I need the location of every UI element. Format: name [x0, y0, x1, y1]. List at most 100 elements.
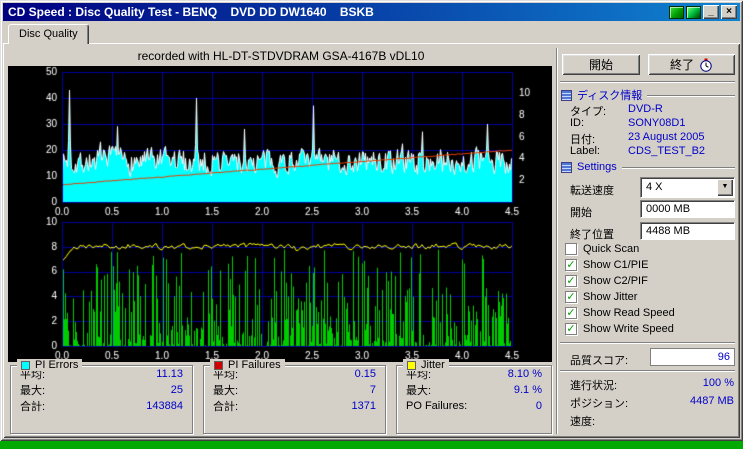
pi-failures-legend-icon: [214, 360, 223, 370]
minimize-button[interactable]: _: [703, 5, 719, 19]
app-window: CD Speed : Disc Quality Test - BENQ DVD …: [0, 0, 743, 441]
stat-value: 9.1 %: [513, 384, 542, 396]
checkbox-show-read-speed[interactable]: ✓ Show Read Speed: [565, 307, 675, 319]
start-button[interactable]: 開始: [562, 54, 640, 75]
recorded-with-label: recorded with HL-DT-STDVDRAM GSA-4167B v…: [137, 49, 425, 63]
checkbox-box[interactable]: ✓: [565, 307, 577, 319]
stat-label: 最大:: [406, 385, 432, 397]
checkbox-show-c2-pif[interactable]: ✓ Show C2/PIF: [565, 275, 648, 287]
jitter-panel-title: Jitter: [403, 359, 449, 371]
titlebar-icon-2[interactable]: [686, 5, 701, 19]
stat-row: 最大: 7: [204, 382, 385, 398]
quality-score-value: 96: [650, 348, 735, 366]
checkbox-box[interactable]: ✓: [565, 275, 577, 287]
pi-errors-title-label: PI Errors: [35, 359, 79, 371]
pi-failures-panel: PI Failures 平均: 0.15 最大: 7 合計: 1371: [203, 359, 386, 434]
disc-id-label: ID:: [570, 117, 585, 129]
settings-section-header: Settings: [561, 161, 735, 173]
end-position-input[interactable]: 4488 MB: [640, 222, 735, 240]
checkbox-label: Quick Scan: [583, 243, 640, 255]
disc-label-row: Label: CDS_TEST_B2: [560, 145, 735, 157]
separator: [560, 370, 735, 372]
exit-button[interactable]: 終了: [648, 54, 735, 75]
stat-value: 0.15: [354, 368, 376, 380]
stat-value: 7: [369, 384, 376, 396]
stat-value: 0: [535, 400, 542, 412]
disc-id-row: ID: SONY08D1: [560, 117, 735, 129]
jitter-title-label: Jitter: [421, 359, 445, 371]
window-title: CD Speed : Disc Quality Test - BENQ DVD …: [8, 5, 374, 19]
pi-errors-legend-icon: [21, 360, 30, 370]
dropdown-arrow-icon[interactable]: ▼: [717, 179, 733, 196]
quality-score-label: 品質スコア:: [570, 355, 629, 367]
jitter-panel: Jitter 平均: 8.10 % 最大: 9.1 % PO Failures:…: [396, 359, 552, 434]
transfer-speed-label: 転送速度: [570, 185, 614, 197]
position-value: 4487 MB: [689, 395, 734, 407]
progress-value: 100 %: [702, 377, 734, 389]
separator: [560, 81, 735, 83]
divider: [647, 94, 735, 97]
settings-collapse-icon[interactable]: [561, 161, 572, 173]
disc-info-section-header: ディスク情報: [561, 87, 735, 103]
checkbox-label: Show Read Speed: [583, 307, 675, 319]
panel-divider: [556, 48, 558, 434]
stat-value: 25: [170, 384, 183, 396]
quality-graphs-canvas: [8, 66, 552, 362]
checkbox-label: Show Write Speed: [583, 323, 674, 335]
disc-label-label: Label:: [570, 145, 600, 157]
stat-row: 合計: 1371: [204, 398, 385, 414]
pi-failures-title-label: PI Failures: [228, 359, 281, 371]
position-label: ポジション:: [570, 398, 629, 410]
transfer-speed-select[interactable]: 4 X ▼: [640, 177, 735, 198]
stat-label: 最大:: [20, 385, 46, 397]
disc-label-value: CDS_TEST_B2: [628, 145, 706, 157]
stat-value: 11.13: [156, 368, 183, 380]
titlebar-icon-1[interactable]: [669, 5, 684, 19]
titlebar: CD Speed : Disc Quality Test - BENQ DVD …: [3, 3, 740, 21]
divider: [621, 166, 735, 169]
exit-button-label: 終了: [669, 58, 694, 72]
stat-value: 1371: [351, 400, 376, 412]
checkbox-box[interactable]: ✓: [565, 291, 577, 303]
speed-value: [734, 413, 735, 429]
checkbox-show-write-speed[interactable]: ✓ Show Write Speed: [565, 323, 674, 335]
stat-value: 143884: [146, 400, 183, 412]
pi-errors-panel-title: PI Errors: [17, 359, 83, 371]
progress-row: 進行状況: 100 %: [560, 377, 735, 393]
tab-disc-quality[interactable]: Disc Quality: [8, 24, 89, 44]
stat-label: 最大:: [213, 385, 239, 397]
transfer-speed-value: 4 X: [646, 181, 663, 193]
checkbox-label: Show Jitter: [583, 291, 638, 303]
pi-failures-panel-title: PI Failures: [210, 359, 285, 371]
stat-label: PO Failures:: [406, 400, 468, 412]
stat-row: 最大: 25: [11, 382, 192, 398]
checkbox-label: Show C1/PIE: [583, 259, 649, 271]
close-button[interactable]: ×: [721, 5, 737, 19]
checkbox-box[interactable]: [565, 243, 577, 255]
checkbox-quick-scan[interactable]: Quick Scan: [565, 243, 639, 255]
disc-info-collapse-icon[interactable]: [561, 89, 572, 101]
disc-info-header-label: ディスク情報: [577, 90, 643, 102]
speed-row: 速度:: [560, 413, 735, 429]
start-button-label: 開始: [588, 58, 613, 72]
stat-row: PO Failures: 0: [397, 398, 551, 414]
checkbox-box[interactable]: ✓: [565, 323, 577, 335]
checkbox-box[interactable]: ✓: [565, 259, 577, 271]
stat-label: 合計:: [20, 401, 46, 413]
checkbox-show-jitter[interactable]: ✓ Show Jitter: [565, 291, 637, 303]
stat-value: 8.10 %: [507, 368, 542, 380]
checkbox-show-c1-pie[interactable]: ✓ Show C1/PIE: [565, 259, 648, 271]
chart-area: [8, 66, 552, 362]
clock-icon: [699, 58, 713, 72]
disc-id-value: SONY08D1: [628, 117, 686, 129]
stat-row: 合計: 143884: [11, 398, 192, 414]
stat-row: 最大: 9.1 %: [397, 382, 551, 398]
start-position-label: 開始: [570, 207, 592, 219]
end-position-label: 終了位置: [570, 229, 614, 241]
start-position-input[interactable]: 0000 MB: [640, 200, 735, 218]
pi-errors-panel: PI Errors 平均: 11.13 最大: 25 合計: 143884: [10, 359, 193, 434]
progress-label: 進行状況:: [570, 380, 618, 392]
speed-label: 速度:: [570, 416, 596, 428]
jitter-legend-icon: [407, 360, 416, 370]
separator: [560, 342, 735, 344]
